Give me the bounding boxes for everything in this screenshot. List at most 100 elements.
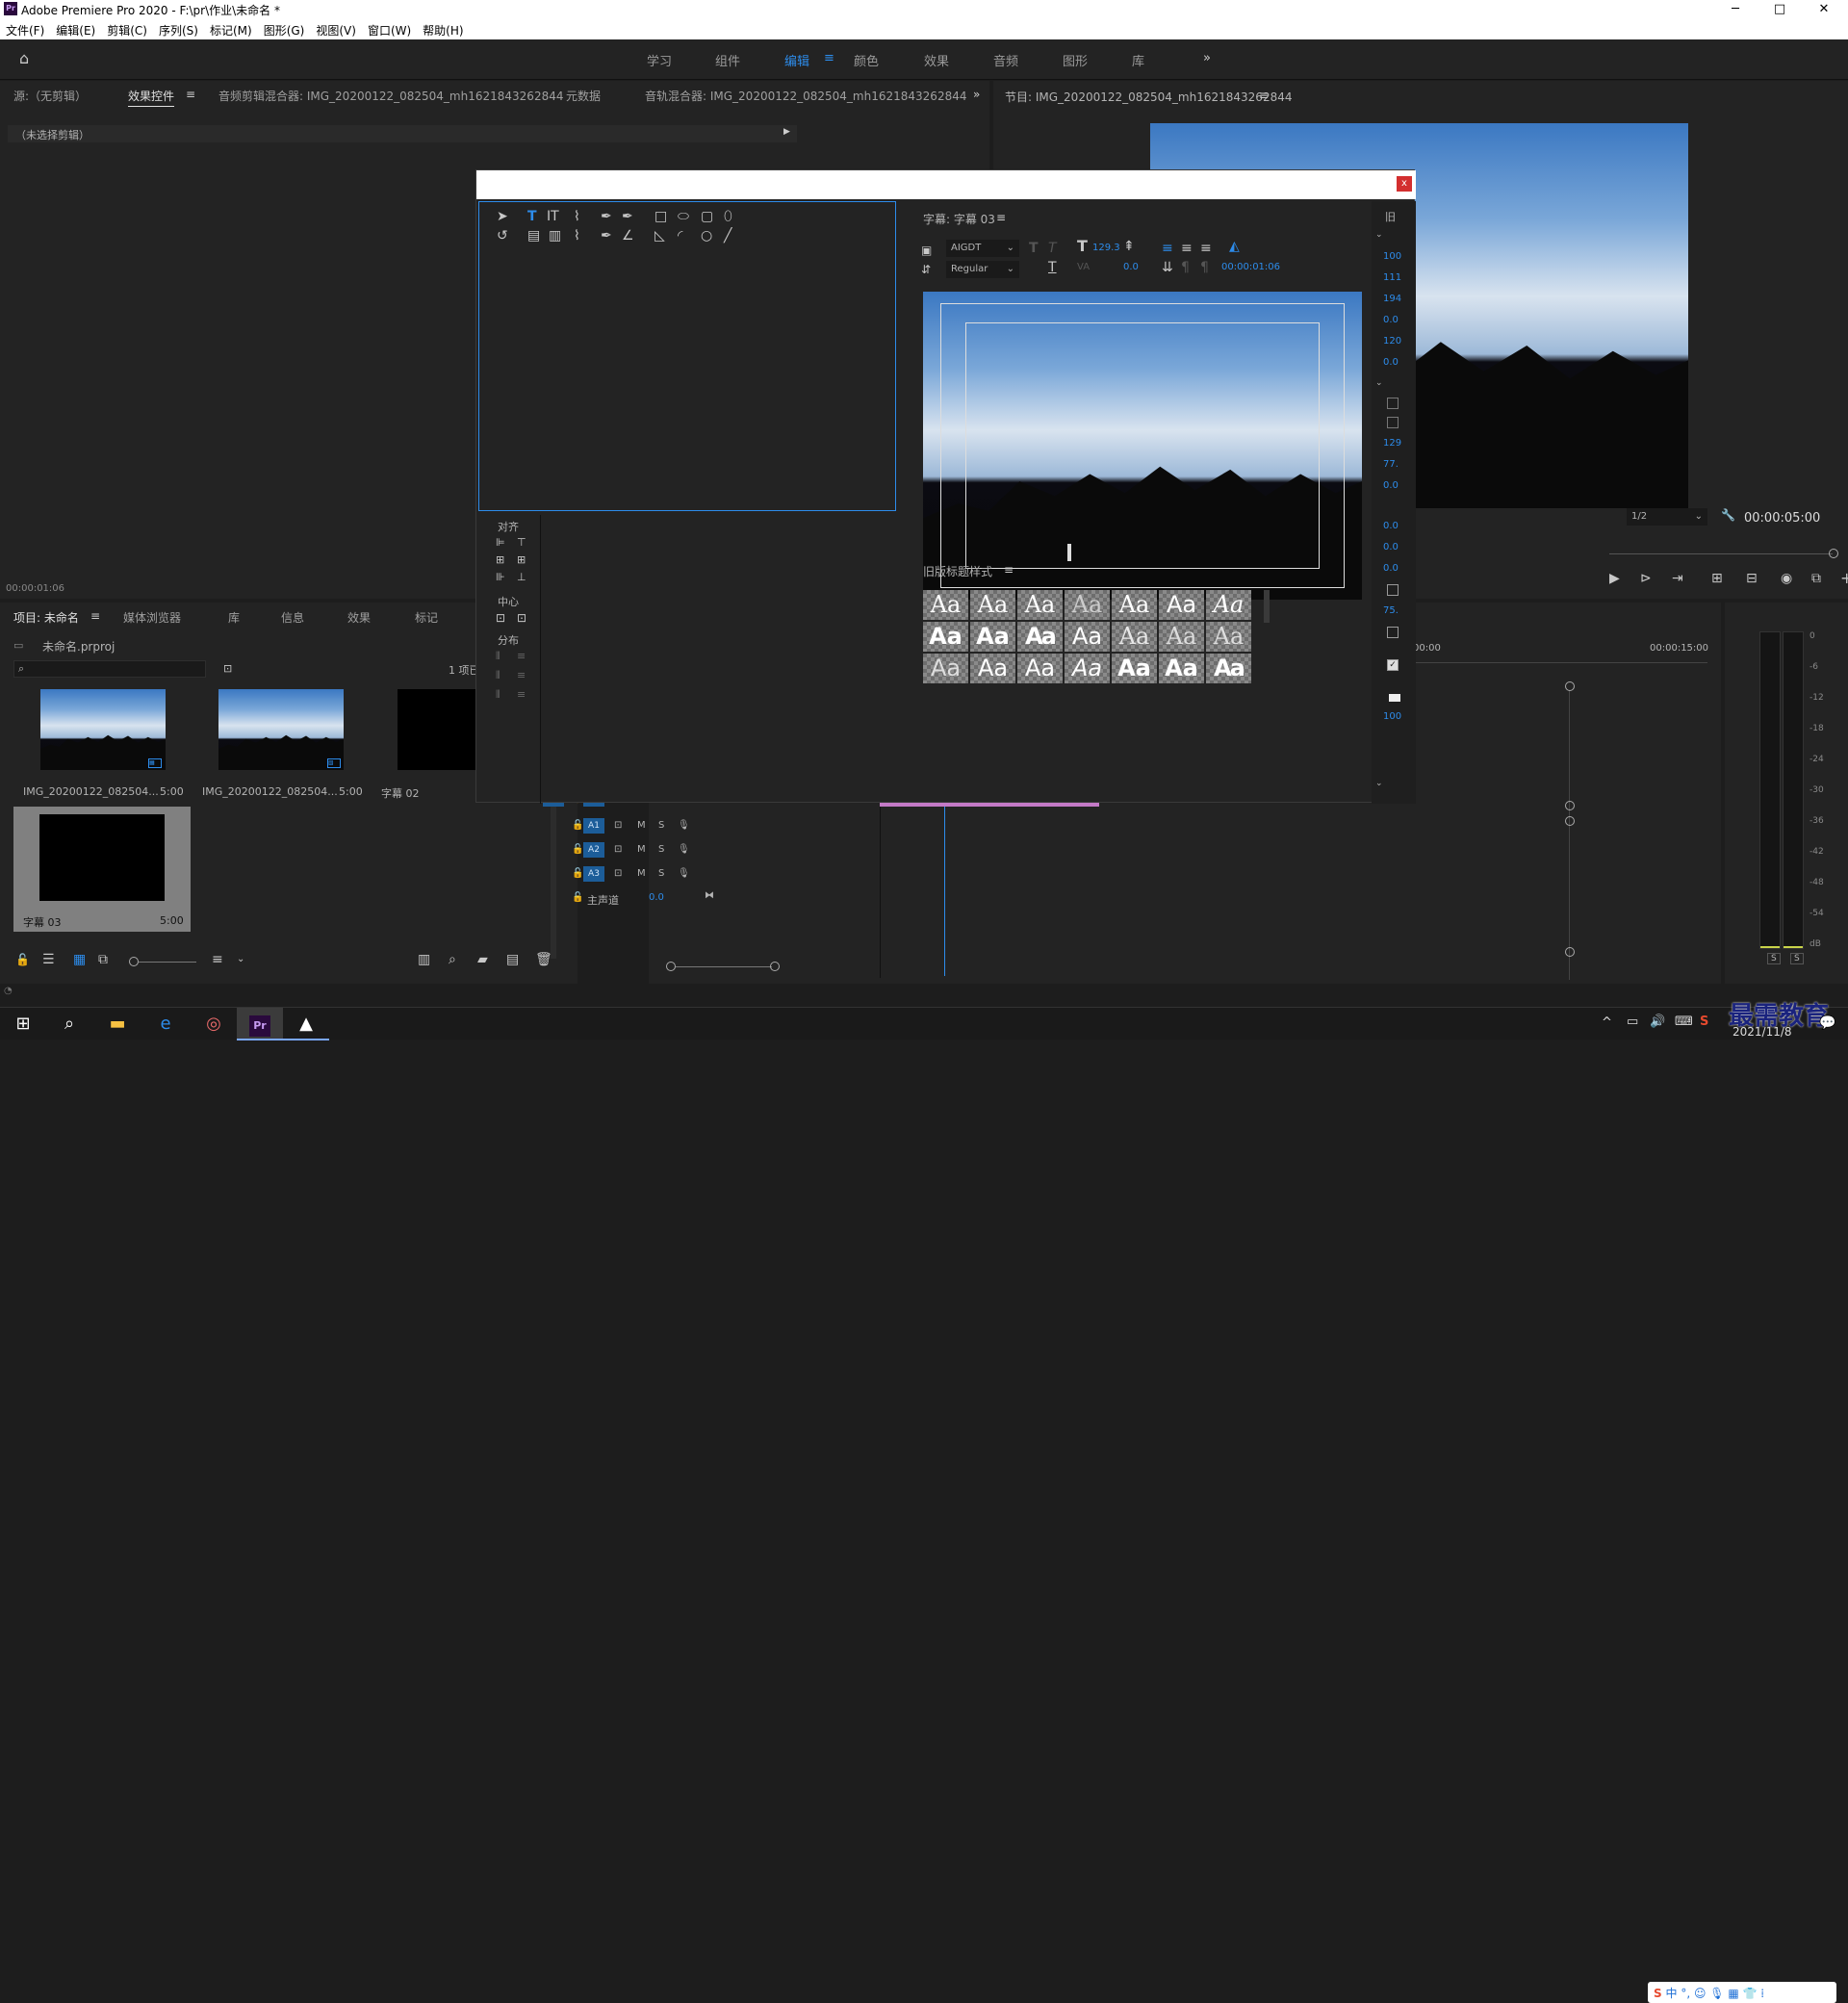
vertical-zoom-handle[interactable]: [1565, 801, 1575, 810]
align-right-icon[interactable]: ⊪: [496, 571, 505, 584]
show-background-video-icon[interactable]: ◭: [1229, 240, 1240, 253]
tab-media-browser[interactable]: 媒体浏览器: [123, 609, 181, 626]
timeline-zoom-start[interactable]: [666, 962, 676, 971]
menu-graphics[interactable]: 图形(G): [258, 18, 311, 39]
tab-icon[interactable]: ⇊: [1162, 261, 1173, 274]
tab-project[interactable]: 项目: 未命名: [13, 609, 79, 626]
path-type-tool-icon[interactable]: ⌇: [574, 210, 580, 223]
align-left-text-icon[interactable]: ≡: [1162, 242, 1173, 255]
distribute-icon[interactable]: ⫴: [496, 688, 500, 702]
ellipse-tool-icon[interactable]: ○: [701, 229, 712, 243]
property-checkbox[interactable]: [1387, 584, 1399, 596]
rectangle-tool-icon[interactable]: □: [654, 210, 667, 223]
panel-menu-icon[interactable]: ≡: [186, 88, 195, 101]
property-value[interactable]: 77.: [1383, 459, 1399, 470]
clipped-rect-tool-icon[interactable]: ▢: [701, 210, 713, 223]
line-tool-icon[interactable]: ╱: [724, 229, 732, 243]
lock-icon[interactable]: 🔓: [15, 953, 30, 966]
trash-icon[interactable]: 🗑: [535, 953, 552, 966]
export-frame-icon[interactable]: ◉: [1781, 572, 1792, 585]
track-target-a2[interactable]: A2: [583, 842, 604, 858]
rotate-tool-icon[interactable]: ↺: [497, 229, 508, 243]
workspace-audio[interactable]: 音频: [993, 51, 1018, 69]
menu-sequence[interactable]: 序列(S): [153, 18, 204, 39]
workspace-effects[interactable]: 效果: [924, 51, 949, 69]
property-value[interactable]: 0.0: [1383, 357, 1399, 368]
automate-sequence-icon[interactable]: ▥: [418, 953, 430, 966]
property-dropdown[interactable]: [1387, 398, 1399, 409]
type-tool-icon[interactable]: T: [527, 210, 537, 223]
workspace-more[interactable]: »: [1203, 51, 1211, 65]
freeform-view-icon[interactable]: ⧉: [98, 953, 108, 966]
tab-info[interactable]: 信息: [281, 609, 304, 626]
sync-lock-icon[interactable]: ⊡: [614, 820, 622, 831]
lock-icon[interactable]: 🔓: [572, 892, 583, 903]
style-swatch[interactable]: Aa: [970, 654, 1015, 683]
align-bottom-icon[interactable]: ⊥: [517, 571, 526, 584]
track-target-a1[interactable]: A1: [583, 818, 604, 834]
property-value[interactable]: 100: [1383, 251, 1401, 262]
workspace-graphics[interactable]: 图形: [1063, 51, 1088, 69]
underline-icon[interactable]: T: [1048, 261, 1057, 274]
dialog-close-button[interactable]: x: [1397, 176, 1412, 192]
expand-chevron-icon[interactable]: ⌄: [1375, 779, 1383, 788]
solo-button[interactable]: S: [658, 844, 664, 855]
menu-help[interactable]: 帮助(H): [417, 18, 469, 39]
workspace-menu-icon[interactable]: ≡: [824, 51, 834, 65]
input-icon[interactable]: ⌨: [1675, 1014, 1693, 1029]
workspace-learn[interactable]: 学习: [647, 51, 672, 69]
project-item[interactable]: 字幕 02: [373, 689, 479, 824]
area-type-tool-icon[interactable]: ▤: [527, 229, 540, 243]
background-timecode[interactable]: 00:00:01:06: [1221, 262, 1280, 272]
project-item[interactable]: ▧ IMG_20200122_082504... 5:00: [192, 689, 366, 824]
bowtie-icon[interactable]: ⧓: [705, 890, 714, 901]
menu-window[interactable]: 窗口(W): [362, 18, 417, 39]
zoom-slider-handle[interactable]: [129, 957, 139, 966]
add-button-icon[interactable]: +: [1840, 571, 1848, 586]
style-swatch[interactable]: Aa: [970, 622, 1015, 652]
lock-icon[interactable]: 🔓: [572, 820, 583, 831]
color-swatch[interactable]: [1389, 694, 1400, 702]
property-value[interactable]: 120: [1383, 336, 1401, 347]
new-bin-icon[interactable]: ▰: [477, 953, 488, 966]
align-top-icon[interactable]: ⊤: [517, 536, 526, 550]
play-triangle-icon[interactable]: ▶: [783, 127, 790, 137]
lift-icon[interactable]: ⊞: [1711, 572, 1723, 585]
premiere-taskbar-icon[interactable]: Pr: [237, 1008, 283, 1040]
mute-button[interactable]: M: [637, 820, 646, 831]
property-checkbox-checked[interactable]: ✓: [1387, 659, 1399, 671]
style-swatch[interactable]: Aa: [970, 590, 1015, 620]
vertical-zoom-handle[interactable]: [1565, 816, 1575, 826]
styles-menu-icon[interactable]: ≡: [1004, 563, 1014, 577]
property-value[interactable]: 0.0: [1383, 480, 1399, 491]
solo-button[interactable]: S: [658, 868, 664, 879]
expand-chevron-icon[interactable]: ⌄: [1375, 230, 1383, 240]
tab-library[interactable]: 库: [228, 609, 240, 626]
italic-icon[interactable]: T: [1048, 242, 1057, 255]
vertical-type-tool-icon[interactable]: ⅠT: [547, 210, 559, 223]
property-value[interactable]: 0.0: [1383, 563, 1399, 574]
style-swatch[interactable]: Aa: [1065, 622, 1110, 652]
mute-button[interactable]: M: [637, 844, 646, 855]
tab-metadata[interactable]: 元数据: [566, 88, 601, 104]
tab-track-mixer[interactable]: 音轨混合器: IMG_20200122_082504_mh16218432628…: [645, 88, 966, 104]
styles-scrollbar[interactable]: [1264, 590, 1270, 623]
property-value[interactable]: 0.0: [1383, 521, 1399, 531]
edge-icon[interactable]: e: [142, 1008, 189, 1040]
style-swatch[interactable]: Aa: [1017, 654, 1063, 683]
paint-icon[interactable]: ◎: [191, 1008, 237, 1040]
property-value[interactable]: 75.: [1383, 605, 1399, 616]
step-back-icon[interactable]: ▶: [1609, 572, 1620, 585]
vertical-scroll[interactable]: [1569, 691, 1570, 980]
minimize-button[interactable]: ─: [1713, 0, 1758, 18]
home-icon[interactable]: ⌂: [19, 51, 29, 66]
sort-chevron-icon[interactable]: ⌄: [237, 953, 244, 966]
vertical-zoom-handle[interactable]: [1565, 681, 1575, 691]
align-v-center-icon[interactable]: ⊞: [517, 553, 526, 567]
search-icon[interactable]: ⌕: [46, 1008, 92, 1040]
align-left-icon[interactable]: ⊫: [496, 536, 505, 550]
timeline-zoom-bar[interactable]: [676, 966, 772, 967]
center-vertical-icon[interactable]: ⊡: [517, 611, 526, 625]
title-menu-icon[interactable]: ≡: [996, 211, 1006, 224]
extract-icon[interactable]: ⊟: [1746, 572, 1758, 585]
